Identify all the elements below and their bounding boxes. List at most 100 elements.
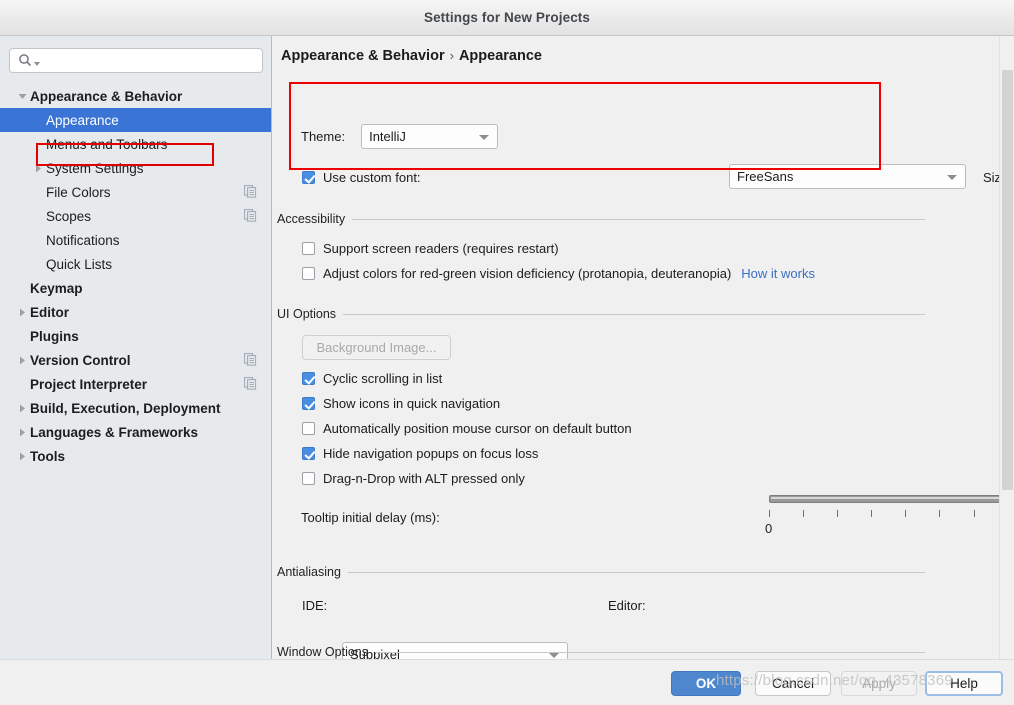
help-button[interactable]: Help bbox=[925, 671, 1003, 696]
accessibility-section-header: Accessibility bbox=[277, 212, 925, 226]
hide-nav-popups-checkbox[interactable] bbox=[302, 447, 315, 460]
sidebar-item-label: Build, Execution, Deployment bbox=[30, 401, 221, 416]
theme-label: Theme: bbox=[301, 129, 345, 144]
sidebar-item-label: Scopes bbox=[46, 209, 91, 224]
tree-indent-spacer bbox=[14, 276, 30, 300]
search-dropdown-arrow[interactable] bbox=[34, 62, 40, 66]
window-options-section-label: Window Options bbox=[277, 645, 375, 659]
auto-position-cursor-label: Automatically position mouse cursor on d… bbox=[323, 421, 632, 436]
sidebar-item-tools[interactable]: Tools bbox=[0, 444, 271, 468]
background-image-button-label: Background Image... bbox=[317, 340, 437, 355]
ok-button[interactable]: OK bbox=[671, 671, 741, 696]
section-divider bbox=[352, 219, 925, 220]
theme-combobox[interactable]: IntelliJ bbox=[361, 124, 498, 149]
custom-font-value: FreeSans bbox=[730, 169, 793, 184]
sidebar-item-scopes[interactable]: Scopes bbox=[0, 204, 271, 228]
tooltip-delay-min-label: 0 bbox=[765, 521, 772, 536]
custom-font-combobox[interactable]: FreeSans bbox=[729, 164, 966, 189]
slider-tick bbox=[939, 510, 940, 517]
section-divider bbox=[343, 314, 925, 315]
ui-options-section-label: UI Options bbox=[277, 307, 343, 321]
auto-position-cursor-checkbox[interactable] bbox=[302, 422, 315, 435]
apply-button[interactable]: Apply bbox=[841, 671, 917, 696]
cyclic-scrolling-label: Cyclic scrolling in list bbox=[323, 371, 442, 386]
copy-icon bbox=[244, 209, 257, 227]
sidebar-item-plugins[interactable]: Plugins bbox=[0, 324, 271, 348]
content-vertical-scrollbar[interactable] bbox=[999, 36, 1014, 659]
tree-indent-spacer bbox=[30, 228, 46, 252]
settings-tree: Appearance & Behavior Appearance Menus and… bbox=[0, 84, 271, 468]
chevron-right-icon[interactable] bbox=[30, 156, 46, 180]
breadcrumb-current: Appearance bbox=[459, 48, 542, 64]
sidebar-item-file-colors[interactable]: File Colors bbox=[0, 180, 271, 204]
tooltip-delay-label: Tooltip initial delay (ms): bbox=[301, 510, 440, 525]
show-icons-quick-nav-row: Show icons in quick navigation bbox=[302, 396, 500, 411]
chevron-right-icon[interactable] bbox=[14, 348, 30, 372]
sidebar-item-menus-and-toolbars[interactable]: Menus and Toolbars bbox=[0, 132, 271, 156]
tree-indent-spacer bbox=[14, 324, 30, 348]
sidebar-item-project-interpreter[interactable]: Project Interpreter bbox=[0, 372, 271, 396]
tree-indent-spacer bbox=[30, 132, 46, 156]
drag-n-drop-alt-checkbox[interactable] bbox=[302, 472, 315, 485]
show-icons-quick-nav-label: Show icons in quick navigation bbox=[323, 396, 500, 411]
sidebar-item-editor[interactable]: Editor bbox=[0, 300, 271, 324]
scrollbar-thumb[interactable] bbox=[1002, 70, 1013, 490]
tree-indent-spacer bbox=[30, 108, 46, 132]
sidebar-item-label: Quick Lists bbox=[46, 257, 112, 272]
cyclic-scrolling-checkbox[interactable] bbox=[302, 372, 315, 385]
sidebar-item-label: System Settings bbox=[46, 161, 144, 176]
sidebar-item-label: Menus and Toolbars bbox=[46, 137, 167, 152]
window-options-section-header: Window Options bbox=[277, 645, 925, 659]
sidebar-item-keymap[interactable]: Keymap bbox=[0, 276, 271, 300]
sidebar-item-build-execution-deployment[interactable]: Build, Execution, Deployment bbox=[0, 396, 271, 420]
chevron-right-icon[interactable] bbox=[14, 396, 30, 420]
breadcrumb-separator: › bbox=[450, 48, 454, 63]
chevron-right-icon[interactable] bbox=[14, 420, 30, 444]
search-input[interactable] bbox=[9, 48, 263, 73]
show-icons-quick-nav-checkbox[interactable] bbox=[302, 397, 315, 410]
sidebar-item-label: Version Control bbox=[30, 353, 131, 368]
apply-button-label: Apply bbox=[862, 676, 896, 691]
breadcrumb-parent[interactable]: Appearance & Behavior bbox=[281, 48, 445, 64]
use-custom-font-row: Use custom font: bbox=[302, 170, 421, 185]
support-screen-readers-checkbox[interactable] bbox=[302, 242, 315, 255]
breadcrumb: Appearance & Behavior › Appearance bbox=[281, 48, 542, 64]
search-field-wrapper bbox=[9, 48, 263, 73]
slider-tick bbox=[905, 510, 906, 517]
chevron-down-icon[interactable] bbox=[14, 84, 30, 108]
sidebar-item-version-control[interactable]: Version Control bbox=[0, 348, 271, 372]
support-screen-readers-row: Support screen readers (requires restart… bbox=[302, 241, 559, 256]
sidebar-item-languages-frameworks[interactable]: Languages & Frameworks bbox=[0, 420, 271, 444]
slider-tick bbox=[769, 510, 770, 517]
how-it-works-link[interactable]: How it works bbox=[741, 266, 815, 281]
hide-nav-popups-label: Hide navigation popups on focus loss bbox=[323, 446, 538, 461]
sidebar-item-appearance[interactable]: Appearance bbox=[0, 108, 271, 132]
tree-indent-spacer bbox=[30, 252, 46, 276]
tree-indent-spacer bbox=[30, 204, 46, 228]
sidebar-item-label: Appearance bbox=[46, 113, 119, 128]
chevron-down-icon bbox=[947, 175, 957, 180]
tooltip-delay-slider-track[interactable] bbox=[769, 495, 1014, 503]
background-image-button[interactable]: Background Image... bbox=[302, 335, 451, 360]
sidebar-item-appearance-behavior[interactable]: Appearance & Behavior bbox=[0, 84, 271, 108]
chevron-right-icon[interactable] bbox=[14, 444, 30, 468]
search-text-input[interactable] bbox=[44, 53, 249, 69]
auto-position-cursor-row: Automatically position mouse cursor on d… bbox=[302, 421, 632, 436]
sidebar-item-system-settings[interactable]: System Settings bbox=[0, 156, 271, 180]
cancel-button[interactable]: Cancel bbox=[755, 671, 831, 696]
sidebar-item-notifications[interactable]: Notifications bbox=[0, 228, 271, 252]
use-custom-font-checkbox[interactable] bbox=[302, 171, 315, 184]
dialog-button-bar: OK Cancel Apply Help bbox=[0, 659, 1014, 705]
hide-nav-popups-row: Hide navigation popups on focus loss bbox=[302, 446, 538, 461]
sidebar-item-label: Tools bbox=[30, 449, 65, 464]
search-icon bbox=[18, 53, 33, 68]
drag-n-drop-alt-label: Drag-n-Drop with ALT pressed only bbox=[323, 471, 525, 486]
copy-icon bbox=[244, 353, 257, 371]
drag-n-drop-alt-row: Drag-n-Drop with ALT pressed only bbox=[302, 471, 525, 486]
chevron-right-icon[interactable] bbox=[14, 300, 30, 324]
sidebar-item-quick-lists[interactable]: Quick Lists bbox=[0, 252, 271, 276]
theme-value: IntelliJ bbox=[362, 129, 406, 144]
adjust-colors-checkbox[interactable] bbox=[302, 267, 315, 280]
tooltip-delay-slider-ticks bbox=[769, 510, 1014, 518]
editor-antialiasing-label: Editor: bbox=[608, 598, 646, 613]
